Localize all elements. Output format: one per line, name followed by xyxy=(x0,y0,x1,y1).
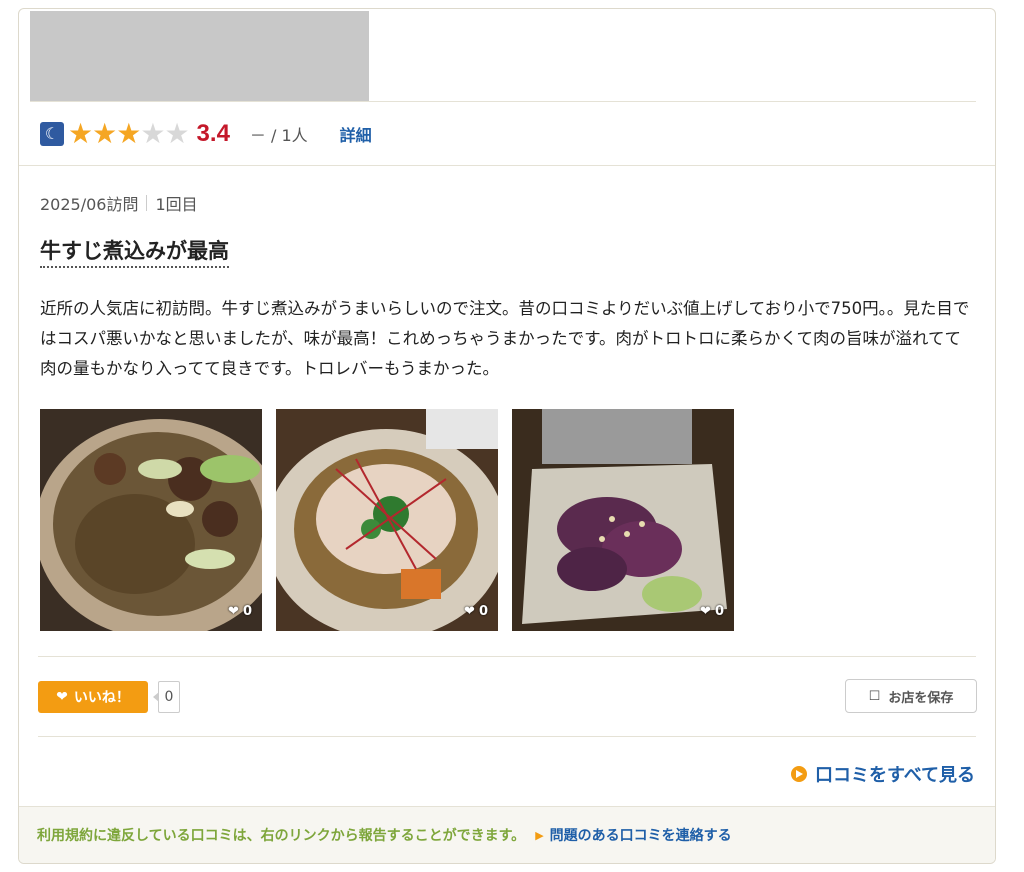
review-photo[interactable]: ❤ 0 xyxy=(40,409,262,631)
like-count: 0 xyxy=(153,681,180,713)
divider xyxy=(38,736,976,737)
like-heart-icon: ❤ xyxy=(56,689,68,705)
see-all-label: 口コミをすべて見る xyxy=(814,765,975,786)
review-photo[interactable]: ❤ 0 xyxy=(276,409,498,631)
play-arrow-icon xyxy=(790,766,807,782)
divider xyxy=(30,101,976,102)
star-empty-icon: ★ xyxy=(164,117,189,150)
arrow-right-icon: ▶ xyxy=(535,828,544,842)
like-heart-icon: ❤ xyxy=(700,604,711,619)
visit-count: 1回目 xyxy=(155,195,198,214)
review-photo[interactable]: ❤ 0 xyxy=(512,409,734,631)
visit-date: 2025/06訪問 xyxy=(40,195,139,214)
see-all-reviews-link[interactable]: 口コミをすべて見る xyxy=(790,761,975,787)
restaurant-image-placeholder xyxy=(30,11,369,102)
review-card: ☾ ★ ★ ★ ★ ★ 3.4 － / 1人 詳細 2025/06訪問 1回目 … xyxy=(18,8,996,864)
like-heart-icon: ❤ xyxy=(228,604,239,619)
simmered-dish-photo xyxy=(276,409,498,631)
divider xyxy=(19,165,995,166)
photo-like-count: ❤ 0 xyxy=(464,604,488,619)
terms-note: 利用規約に違反している口コミは、右のリンクから報告することができます。 xyxy=(37,828,526,844)
save-restaurant-button[interactable]: ☐ お店を保存 xyxy=(845,679,977,713)
star-filled-icon: ★ xyxy=(92,117,117,150)
review-title[interactable]: 牛すじ煮込みが最高 xyxy=(40,235,229,268)
divider xyxy=(38,656,976,657)
photo-like-count: ❤ 0 xyxy=(700,604,724,619)
visit-info: 2025/06訪問 1回目 xyxy=(40,191,198,215)
like-button[interactable]: ❤ いいね！ xyxy=(38,681,148,713)
star-empty-icon: ★ xyxy=(140,117,165,150)
photo-list: ❤ 0 ❤ 0 ❤ 0 xyxy=(40,409,734,631)
star-filled-icon: ★ xyxy=(68,117,93,150)
separator xyxy=(146,195,148,211)
report-footer: 利用規約に違反している口コミは、右のリンクから報告することができます。 ▶ 問題… xyxy=(19,806,995,863)
save-button-label: お店を保存 xyxy=(888,690,954,706)
bookmark-icon: ☐ xyxy=(868,688,881,704)
moon-icon: ☾ xyxy=(40,122,64,146)
like-button-label: いいね！ xyxy=(73,690,130,706)
detail-link[interactable]: 詳細 xyxy=(340,122,372,146)
rating-row: ☾ ★ ★ ★ ★ ★ 3.4 － / 1人 詳細 xyxy=(40,119,372,149)
liver-dish-photo xyxy=(512,409,734,631)
beef-stew-photo xyxy=(40,409,262,631)
report-review-link[interactable]: 問題のある口コミを連絡する xyxy=(550,825,732,845)
star-filled-icon: ★ xyxy=(116,117,141,150)
photo-like-count: ❤ 0 xyxy=(228,604,252,619)
rating-score: 3.4 xyxy=(196,120,230,147)
like-heart-icon: ❤ xyxy=(464,604,475,619)
reviewer-count: － / 1人 xyxy=(249,126,308,145)
review-body: 近所の人気店に初訪問。牛すじ煮込みがうまいらしいので注文。昔の口コミよりだいぶ値… xyxy=(40,299,970,378)
